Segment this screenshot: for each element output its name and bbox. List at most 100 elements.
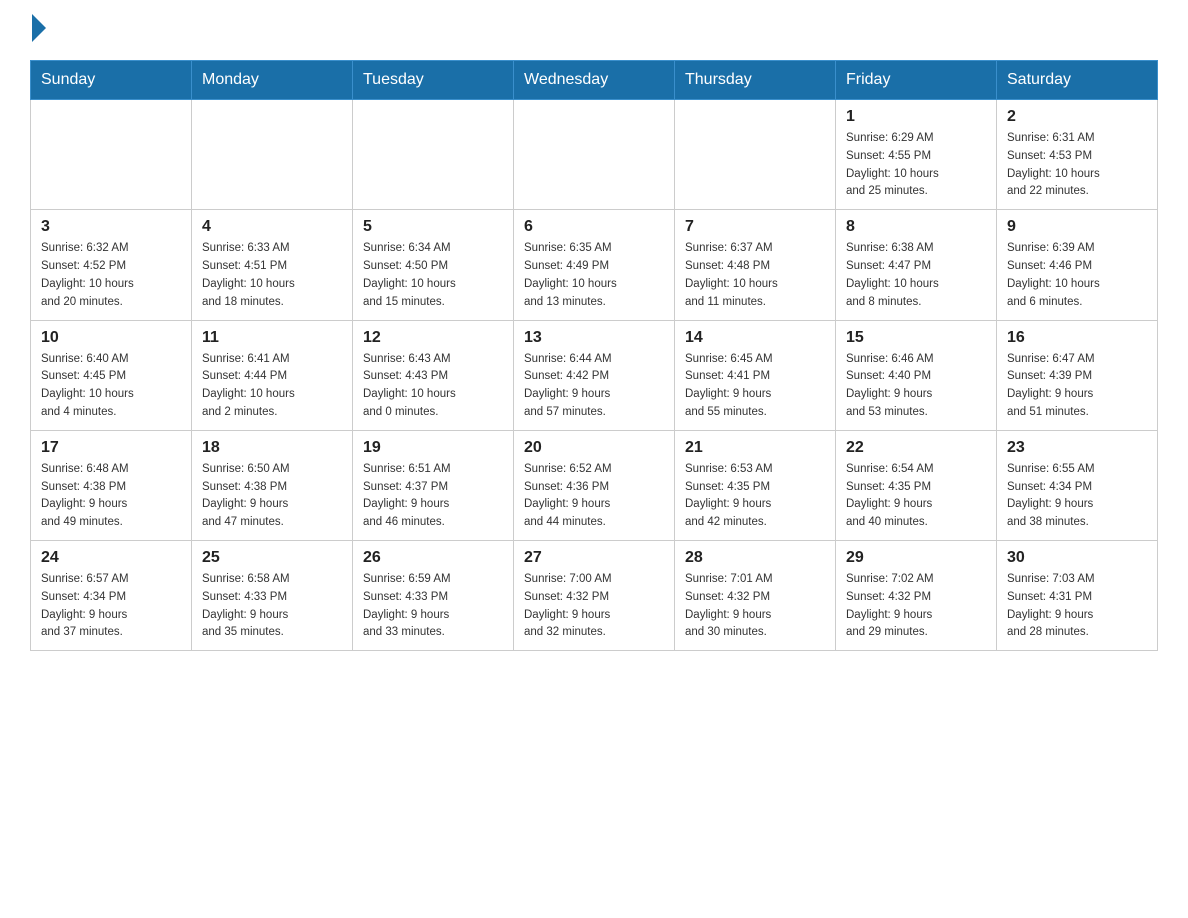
calendar-cell: 19 Sunrise: 6:51 AM Sunset: 4:37 PM Dayli… — [353, 430, 514, 540]
day-number: 27 — [524, 549, 664, 567]
calendar-cell: 1Sunrise: 6:29 AM Sunset: 4:55 PM Daylig… — [836, 100, 997, 210]
calendar-cell: 23 Sunrise: 6:55 AM Sunset: 4:34 PM Dayli… — [997, 430, 1158, 540]
calendar-cell: 14 Sunrise: 6:45 AM Sunset: 4:41 PM Dayli… — [675, 320, 836, 430]
day-number: 28 — [685, 549, 825, 567]
day-number: 8 — [846, 218, 986, 236]
calendar-cell: 21 Sunrise: 6:53 AM Sunset: 4:35 PM Dayli… — [675, 430, 836, 540]
calendar-cell: 8 Sunrise: 6:38 AM Sunset: 4:47 PM Daylig… — [836, 210, 997, 320]
day-info: Sunrise: 6:52 AM Sunset: 4:36 PM Dayligh… — [524, 461, 664, 532]
day-number: 23 — [1007, 439, 1147, 457]
calendar-cell: 9 Sunrise: 6:39 AM Sunset: 4:46 PM Daylig… — [997, 210, 1158, 320]
day-info: Sunrise: 6:43 AM Sunset: 4:43 PM Dayligh… — [363, 351, 503, 422]
day-number: 4 — [202, 218, 342, 236]
day-number: 22 — [846, 439, 986, 457]
calendar-cell: 27 Sunrise: 7:00 AM Sunset: 4:32 PM Dayli… — [514, 541, 675, 651]
day-number: 13 — [524, 329, 664, 347]
day-number: 6 — [524, 218, 664, 236]
weekday-header-tuesday: Tuesday — [353, 61, 514, 100]
day-number: 1 — [846, 108, 986, 126]
day-info: Sunrise: 6:46 AM Sunset: 4:40 PM Dayligh… — [846, 351, 986, 422]
calendar-week-row: 3Sunrise: 6:32 AM Sunset: 4:52 PM Daylig… — [31, 210, 1158, 320]
calendar-cell: 17Sunrise: 6:48 AM Sunset: 4:38 PM Dayli… — [31, 430, 192, 540]
day-info: Sunrise: 6:41 AM Sunset: 4:44 PM Dayligh… — [202, 351, 342, 422]
calendar-cell: 26 Sunrise: 6:59 AM Sunset: 4:33 PM Dayli… — [353, 541, 514, 651]
calendar-cell: 28 Sunrise: 7:01 AM Sunset: 4:32 PM Dayli… — [675, 541, 836, 651]
calendar-cell: 13 Sunrise: 6:44 AM Sunset: 4:42 PM Dayli… — [514, 320, 675, 430]
day-number: 9 — [1007, 218, 1147, 236]
calendar-cell — [31, 100, 192, 210]
calendar-cell: 22 Sunrise: 6:54 AM Sunset: 4:35 PM Dayli… — [836, 430, 997, 540]
day-number: 7 — [685, 218, 825, 236]
day-info: Sunrise: 6:57 AM Sunset: 4:34 PM Dayligh… — [41, 571, 181, 642]
calendar-cell — [675, 100, 836, 210]
calendar-cell — [353, 100, 514, 210]
day-number: 15 — [846, 329, 986, 347]
day-number: 11 — [202, 329, 342, 347]
day-info: Sunrise: 7:03 AM Sunset: 4:31 PM Dayligh… — [1007, 571, 1147, 642]
calendar-week-row: 10 Sunrise: 6:40 AM Sunset: 4:45 PM Dayli… — [31, 320, 1158, 430]
day-number: 14 — [685, 329, 825, 347]
day-info: Sunrise: 7:02 AM Sunset: 4:32 PM Dayligh… — [846, 571, 986, 642]
calendar-table: SundayMondayTuesdayWednesdayThursdayFrid… — [30, 60, 1158, 651]
page-header — [30, 20, 1158, 42]
logo — [30, 20, 46, 42]
calendar-cell: 30 Sunrise: 7:03 AM Sunset: 4:31 PM Dayli… — [997, 541, 1158, 651]
calendar-week-row: 1Sunrise: 6:29 AM Sunset: 4:55 PM Daylig… — [31, 100, 1158, 210]
calendar-cell: 16 Sunrise: 6:47 AM Sunset: 4:39 PM Dayli… — [997, 320, 1158, 430]
day-info: Sunrise: 6:38 AM Sunset: 4:47 PM Dayligh… — [846, 240, 986, 311]
calendar-cell: 7 Sunrise: 6:37 AM Sunset: 4:48 PM Daylig… — [675, 210, 836, 320]
logo-arrow-icon — [32, 14, 46, 42]
day-info: Sunrise: 6:35 AM Sunset: 4:49 PM Dayligh… — [524, 240, 664, 311]
day-number: 26 — [363, 549, 503, 567]
weekday-header-friday: Friday — [836, 61, 997, 100]
day-info: Sunrise: 6:44 AM Sunset: 4:42 PM Dayligh… — [524, 351, 664, 422]
day-info: Sunrise: 6:55 AM Sunset: 4:34 PM Dayligh… — [1007, 461, 1147, 532]
calendar-cell: 24 Sunrise: 6:57 AM Sunset: 4:34 PM Dayli… — [31, 541, 192, 651]
day-info: Sunrise: 6:40 AM Sunset: 4:45 PM Dayligh… — [41, 351, 181, 422]
day-number: 25 — [202, 549, 342, 567]
calendar-cell: 25 Sunrise: 6:58 AM Sunset: 4:33 PM Dayli… — [192, 541, 353, 651]
day-info: Sunrise: 6:45 AM Sunset: 4:41 PM Dayligh… — [685, 351, 825, 422]
calendar-week-row: 24 Sunrise: 6:57 AM Sunset: 4:34 PM Dayli… — [31, 541, 1158, 651]
day-info: Sunrise: 6:53 AM Sunset: 4:35 PM Dayligh… — [685, 461, 825, 532]
calendar-cell: 15 Sunrise: 6:46 AM Sunset: 4:40 PM Dayli… — [836, 320, 997, 430]
day-info: Sunrise: 7:01 AM Sunset: 4:32 PM Dayligh… — [685, 571, 825, 642]
calendar-cell: 12 Sunrise: 6:43 AM Sunset: 4:43 PM Dayli… — [353, 320, 514, 430]
calendar-cell: 4Sunrise: 6:33 AM Sunset: 4:51 PM Daylig… — [192, 210, 353, 320]
calendar-cell — [514, 100, 675, 210]
day-number: 12 — [363, 329, 503, 347]
day-number: 19 — [363, 439, 503, 457]
day-info: Sunrise: 6:37 AM Sunset: 4:48 PM Dayligh… — [685, 240, 825, 311]
day-info: Sunrise: 6:59 AM Sunset: 4:33 PM Dayligh… — [363, 571, 503, 642]
calendar-week-row: 17Sunrise: 6:48 AM Sunset: 4:38 PM Dayli… — [31, 430, 1158, 540]
calendar-cell: 11 Sunrise: 6:41 AM Sunset: 4:44 PM Dayli… — [192, 320, 353, 430]
calendar-cell: 5 Sunrise: 6:34 AM Sunset: 4:50 PM Daylig… — [353, 210, 514, 320]
calendar-cell: 10 Sunrise: 6:40 AM Sunset: 4:45 PM Dayli… — [31, 320, 192, 430]
weekday-header-sunday: Sunday — [31, 61, 192, 100]
day-info: Sunrise: 6:54 AM Sunset: 4:35 PM Dayligh… — [846, 461, 986, 532]
weekday-header-row: SundayMondayTuesdayWednesdayThursdayFrid… — [31, 61, 1158, 100]
day-info: Sunrise: 6:31 AM Sunset: 4:53 PM Dayligh… — [1007, 130, 1147, 201]
calendar-cell — [192, 100, 353, 210]
day-number: 10 — [41, 329, 181, 347]
day-number: 5 — [363, 218, 503, 236]
day-info: Sunrise: 6:47 AM Sunset: 4:39 PM Dayligh… — [1007, 351, 1147, 422]
day-number: 17 — [41, 439, 181, 457]
day-number: 24 — [41, 549, 181, 567]
day-info: Sunrise: 7:00 AM Sunset: 4:32 PM Dayligh… — [524, 571, 664, 642]
day-number: 20 — [524, 439, 664, 457]
calendar-cell: 18 Sunrise: 6:50 AM Sunset: 4:38 PM Dayli… — [192, 430, 353, 540]
calendar-cell: 20 Sunrise: 6:52 AM Sunset: 4:36 PM Dayli… — [514, 430, 675, 540]
day-info: Sunrise: 6:34 AM Sunset: 4:50 PM Dayligh… — [363, 240, 503, 311]
day-info: Sunrise: 6:50 AM Sunset: 4:38 PM Dayligh… — [202, 461, 342, 532]
day-number: 16 — [1007, 329, 1147, 347]
day-info: Sunrise: 6:58 AM Sunset: 4:33 PM Dayligh… — [202, 571, 342, 642]
day-number: 21 — [685, 439, 825, 457]
day-number: 18 — [202, 439, 342, 457]
day-info: Sunrise: 6:39 AM Sunset: 4:46 PM Dayligh… — [1007, 240, 1147, 311]
day-number: 30 — [1007, 549, 1147, 567]
calendar-cell: 6 Sunrise: 6:35 AM Sunset: 4:49 PM Daylig… — [514, 210, 675, 320]
day-number: 2 — [1007, 108, 1147, 126]
day-info: Sunrise: 6:51 AM Sunset: 4:37 PM Dayligh… — [363, 461, 503, 532]
day-number: 29 — [846, 549, 986, 567]
